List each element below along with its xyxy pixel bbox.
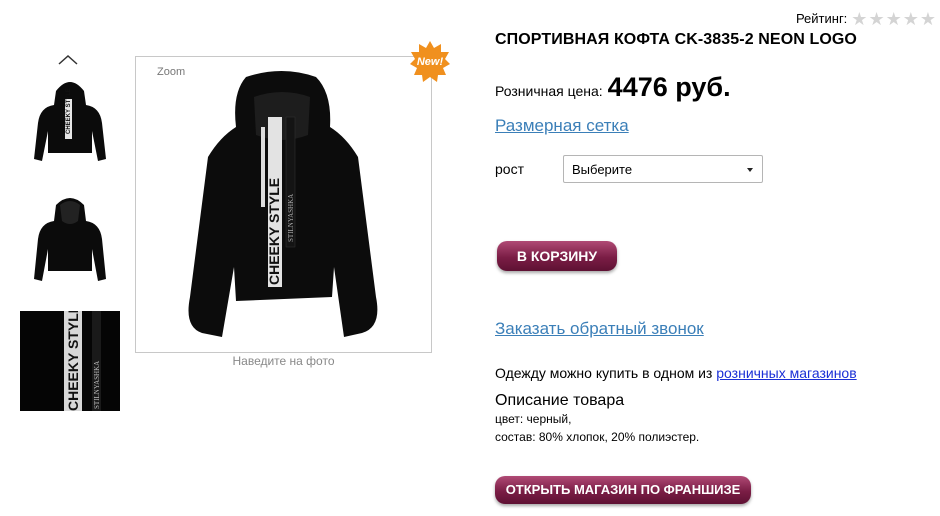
- retail-stores-link[interactable]: розничных магазинов: [716, 365, 856, 381]
- rating-label: Рейтинг:: [795, 11, 848, 26]
- rating-stars[interactable]: ★ ★ ★ ★ ★: [851, 10, 936, 28]
- price-label: Розничная цена:: [495, 83, 603, 99]
- add-to-cart-button[interactable]: В КОРЗИНУ: [497, 241, 617, 271]
- height-select[interactable]: Выберите: [563, 155, 763, 183]
- thumbnail-front[interactable]: CHEEKY STYLE: [20, 71, 120, 171]
- thumb-detail-string-text: STILNYASHKA: [93, 361, 101, 409]
- price-row: Розничная цена: 4476 руб.: [495, 72, 731, 103]
- stores-text: Одежду можно купить в одном из: [495, 365, 713, 381]
- star-icon[interactable]: ★: [851, 10, 867, 28]
- product-title: СПОРТИВНАЯ КОФТА CK-3835-2 NEON LOGO: [495, 31, 857, 48]
- star-icon[interactable]: ★: [920, 10, 936, 28]
- new-badge: New!: [409, 40, 451, 82]
- open-franchise-button[interactable]: ОТКРЫТЬ МАГАЗИН ПО ФРАНШИЗЕ: [495, 476, 751, 504]
- size-chart-link[interactable]: Размерная сетка: [495, 116, 629, 136]
- height-select-value: Выберите: [572, 162, 633, 177]
- thumbnail-back[interactable]: [20, 191, 120, 291]
- price-value: 4476 руб.: [607, 72, 731, 102]
- thumbnails-up-arrow-icon[interactable]: [56, 52, 80, 66]
- star-icon[interactable]: ★: [868, 10, 884, 28]
- main-product-photo[interactable]: Zoom CHEEKY STYLE STILNYASHKA: [135, 56, 432, 353]
- new-badge-text: New!: [417, 56, 444, 68]
- main-photo-print-text: CHEEKY STYLE: [266, 178, 282, 285]
- star-icon[interactable]: ★: [903, 10, 919, 28]
- rating: Рейтинг: ★ ★ ★ ★ ★: [795, 10, 936, 28]
- callback-request-link[interactable]: Заказать обратный звонок: [495, 319, 704, 339]
- main-photo-string-text: STILNYASHKA: [287, 194, 295, 242]
- height-label: рост: [495, 161, 524, 177]
- star-icon[interactable]: ★: [886, 10, 902, 28]
- hover-hint: Наведите на фото: [232, 354, 335, 368]
- chevron-down-icon: [747, 168, 753, 172]
- thumb-front-print-text: CHEEKY STYLE: [66, 88, 72, 134]
- thumb-detail-print-text: CHEEKY STYLE: [65, 311, 81, 411]
- description-color: цвет: черный,: [495, 412, 572, 426]
- description-heading: Описание товара: [495, 392, 625, 409]
- description-composition: состав: 80% хлопок, 20% полиэстер.: [495, 430, 700, 444]
- thumbnail-detail[interactable]: CHEEKY STYLE STILNYASHKA: [20, 311, 120, 411]
- stores-line: Одежду можно купить в одном из розничных…: [495, 365, 857, 381]
